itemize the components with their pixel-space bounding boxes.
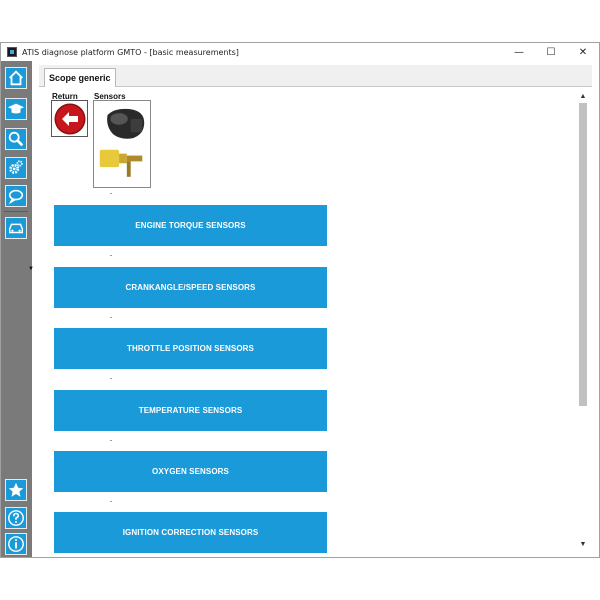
return-button[interactable] [51,100,88,137]
divider-dot [110,317,112,318]
category-engine-torque-sensors[interactable]: ENGINE TORQUE SENSORS [54,205,327,246]
home-icon [9,70,23,86]
chat-button[interactable] [5,185,27,207]
sensors-breadcrumb-tile[interactable] [93,100,151,188]
maximize-button[interactable]: ☐ [535,43,567,61]
car-icon [8,223,24,234]
divider-dot [110,440,112,441]
content-area: Scope generic Return Sensors ENGINE TORQ… [39,65,592,553]
close-button[interactable]: ✕ [567,43,599,61]
sidebar: ▼ [1,61,34,557]
scroll-up-icon[interactable]: ▲ [578,91,588,101]
back-arrow-icon [54,103,85,134]
sensor-panel: Return Sensors ENGINE TORQUE SENSORS CRA… [39,87,592,553]
help-button[interactable] [5,507,27,529]
sensor-images-icon [99,108,145,177]
app-window: ATIS diagnose platform GMTO - [basic mea… [0,42,600,558]
search-icon [8,131,24,147]
favorites-button[interactable] [5,479,27,501]
divider-dot [110,193,112,194]
tab-strip: Scope generic [39,65,592,87]
category-temperature-sensors[interactable]: TEMPERATURE SENSORS [54,390,327,431]
vehicle-button[interactable] [5,217,27,239]
search-button[interactable] [5,128,27,150]
category-throttle-position-sensors[interactable]: THROTTLE POSITION SENSORS [54,328,327,369]
window-controls: — ☐ ✕ [503,43,599,61]
gear-icon [9,160,23,174]
minimize-button[interactable]: — [503,43,535,61]
divider-dot [110,501,112,502]
app-icon [7,47,17,57]
category-crankangle-speed-sensors[interactable]: CRANKANGLE/SPEED SENSORS [54,267,327,308]
info-icon [8,536,24,552]
category-oxygen-sensors[interactable]: OXYGEN SENSORS [54,451,327,492]
divider-dot [110,378,112,379]
home-button[interactable] [5,67,27,89]
title-bar: ATIS diagnose platform GMTO - [basic mea… [1,43,599,61]
training-button[interactable] [5,98,27,120]
sidebar-separator [4,211,28,212]
dropdown-arrow-icon[interactable]: ▼ [28,266,34,272]
star-icon [8,482,24,497]
help-icon [8,510,24,526]
category-ignition-correction-sensors[interactable]: IGNITION CORRECTION SENSORS [54,512,327,553]
divider-dot [110,255,112,256]
scroll-thumb[interactable] [579,103,587,406]
speech-bubble-icon [8,189,24,205]
tab-scope-generic[interactable]: Scope generic [44,68,116,87]
window-title: ATIS diagnose platform GMTO - [basic mea… [22,47,239,57]
vertical-scrollbar[interactable]: ▲ ▼ [578,91,588,549]
settings-button[interactable] [5,157,27,179]
graduation-cap-icon [7,103,25,114]
info-button[interactable] [5,533,27,555]
scroll-down-icon[interactable]: ▼ [578,539,588,549]
